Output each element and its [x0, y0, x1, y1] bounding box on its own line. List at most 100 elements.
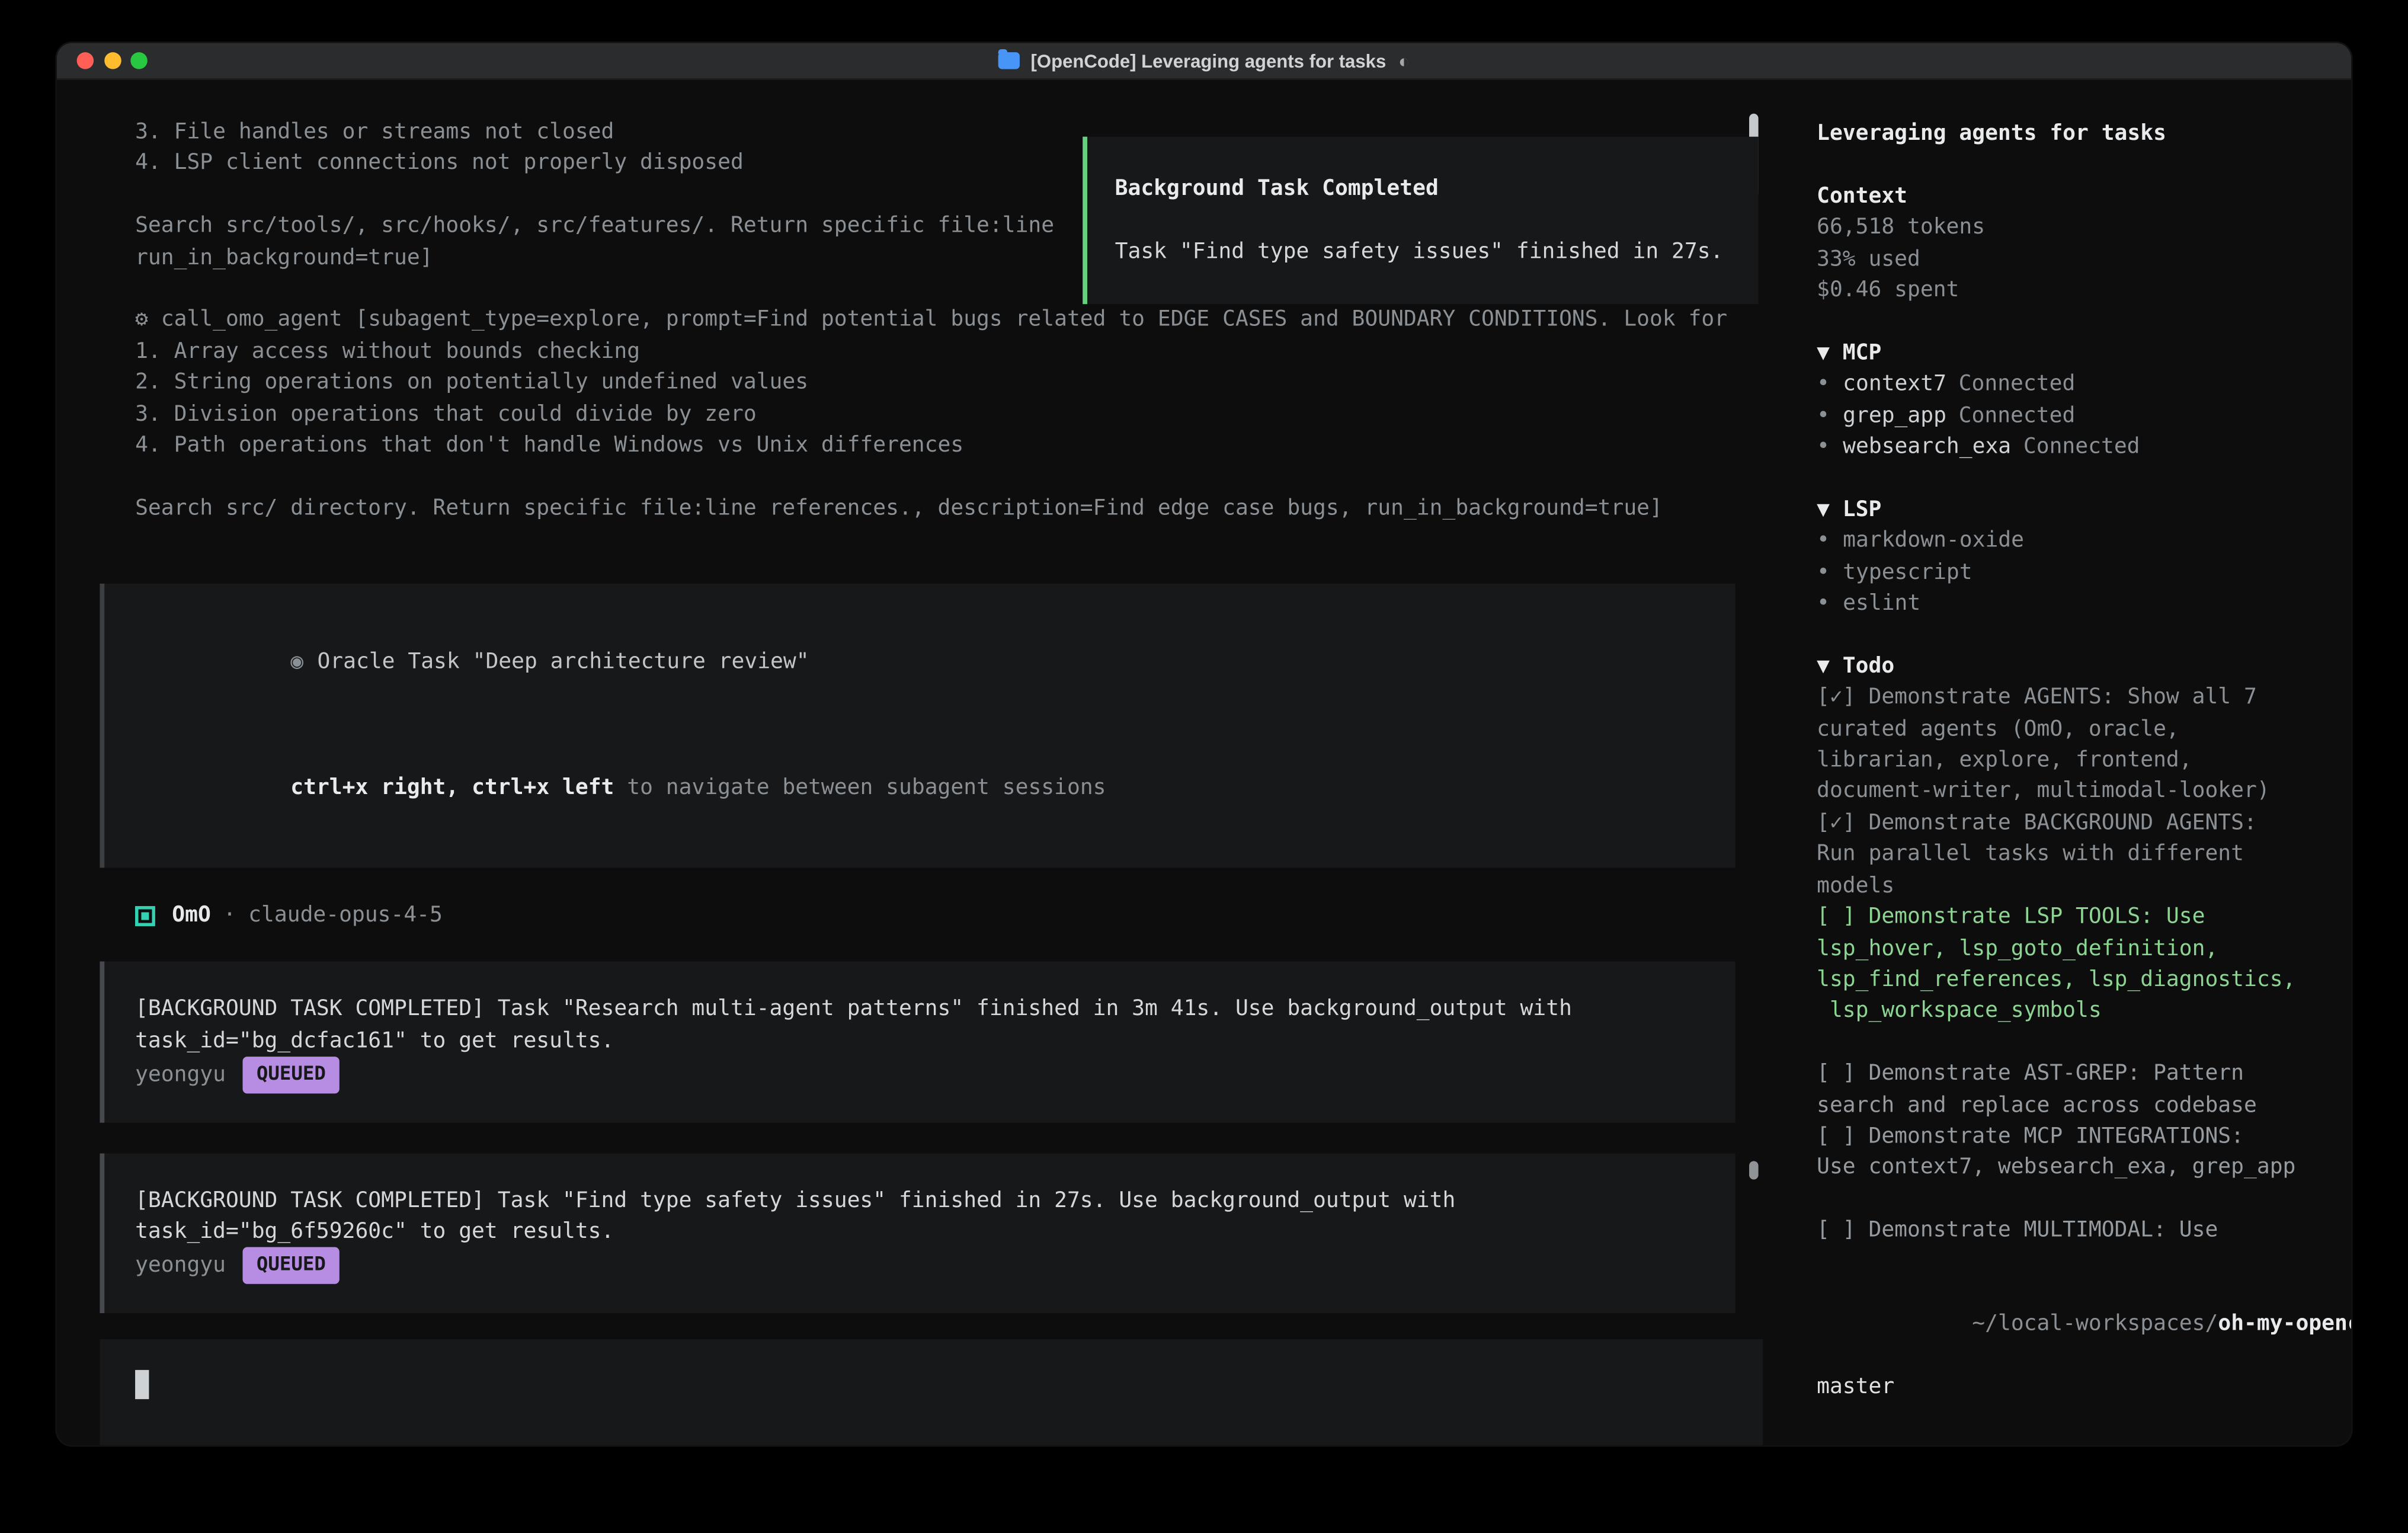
oracle-title-text: Oracle Task "Deep architecture review" — [317, 651, 809, 675]
bullet-icon: • — [1817, 557, 1843, 588]
todo-list: [✓] Demonstrate AGENTS: Show all 7 curat… — [1817, 682, 2351, 1246]
lsp-name: typescript — [1843, 560, 1972, 584]
lsp-list: •markdown-oxide •typescript •eslint — [1817, 526, 2351, 620]
todo-item: [ ] Demonstrate MULTIMODAL: Use — [1817, 1215, 2351, 1246]
todo-item: [ ] Demonstrate AST-GREP: Pattern search… — [1817, 1058, 2351, 1121]
terminal-line: 1. Array access without bounds checking — [135, 336, 1773, 367]
message-block: [BACKGROUND TASK COMPLETED] Task "Find t… — [100, 1153, 1735, 1313]
hint-text: to navigate between subagent sessions — [614, 776, 1106, 800]
prompt-input[interactable]: OmO Opus 4.5 Anthropic — [100, 1339, 1763, 1445]
message-list: [BACKGROUND TASK COMPLETED] Task "Resear… — [57, 962, 1774, 1313]
app-footer: •OpenCode1.0.163 — [1817, 1435, 2351, 1445]
mcp-status: Connected — [2023, 435, 2140, 459]
agent-header: OmO · claude-opus-4-5 — [135, 900, 1773, 932]
context-section: Context 66,518 tokens 33% used $0.46 spe… — [1817, 181, 2351, 306]
lsp-name: eslint — [1843, 591, 1920, 616]
lsp-section-heading[interactable]: ▼ LSP — [1817, 494, 2351, 526]
message-text-line: [BACKGROUND TASK COMPLETED] Task "Resear… — [135, 994, 1735, 1026]
oracle-title-line: ◉ Oracle Task "Deep architecture review" — [135, 616, 1735, 711]
chat-pane: 3. File handles or streams not closed 4.… — [57, 80, 1774, 1445]
lsp-item: •markdown-oxide — [1817, 526, 2351, 557]
agent-model: claude-opus-4-5 — [248, 903, 443, 927]
todo-section: ▼ Todo [✓] Demonstrate AGENTS: Show all … — [1817, 651, 2351, 1247]
toast-body: Task "Find type safety issues" finished … — [1115, 236, 1759, 268]
message-text-line: [BACKGROUND TASK COMPLETED] Task "Find t… — [135, 1185, 1735, 1217]
oracle-navigation-hint: ctrl+x right, ctrl+x left to navigate be… — [135, 741, 1735, 836]
workspace-path-line: ~/local-workspaces/oh-my-opencode: — [1817, 1278, 2351, 1372]
mcp-item: •websearch_exa Connected — [1817, 431, 2351, 463]
terminal-line: 4. Path operations that don't handle Win… — [135, 430, 1773, 461]
window-title: [OpenCode] Leveraging agents for tasks ◐ — [998, 50, 1410, 71]
terminal-line: 3. Division operations that could divide… — [135, 399, 1773, 430]
terminal-line: Search src/ directory. Return specific f… — [135, 492, 1773, 524]
agent-separator: · — [223, 903, 236, 927]
todo-item: [✓] Demonstrate AGENTS: Show all 7 curat… — [1817, 682, 2351, 808]
screen: [OpenCode] Leveraging agents for tasks ◐… — [0, 0, 2408, 1533]
workspace-path: ~/local-workspaces/ — [1972, 1312, 2218, 1336]
terminal-window: [OpenCode] Leveraging agents for tasks ◐… — [57, 43, 2351, 1445]
mcp-section-heading[interactable]: ▼ MCP — [1817, 338, 2351, 369]
background-task-toast[interactable]: Background Task Completed Task "Find typ… — [1083, 137, 1758, 305]
folder-icon — [998, 52, 1020, 69]
terminal-line: ⚙ call_omo_agent [subagent_type=explore,… — [135, 305, 1773, 336]
mcp-item: •context7 Connected — [1817, 369, 2351, 401]
active-agent-label: OmO — [135, 1444, 174, 1445]
todo-item: [ ] Demonstrate MCP INTEGRATIONS: Use co… — [1817, 1121, 2351, 1184]
todo-item: [ ] Demonstrate LSP TOOLS: Use lsp_hover… — [1817, 902, 2351, 1028]
mcp-name: grep_app — [1843, 404, 1946, 428]
workspace-branch: master — [1817, 1372, 2351, 1403]
lsp-item: •typescript — [1817, 557, 2351, 588]
terminal-line: 2. String operations on potentially unde… — [135, 367, 1773, 399]
mcp-section: ▼ MCP •context7Connected •grep_appConnec… — [1817, 338, 2351, 463]
message-meta: yeongyu QUEUED — [135, 1247, 1735, 1284]
oracle-task-panel: ◉Oracle Task "Deep architecture review" … — [100, 584, 1735, 868]
zoom-button[interactable] — [130, 52, 148, 69]
close-button[interactable] — [77, 52, 94, 69]
traffic-lights — [77, 43, 148, 79]
context-heading: Context — [1817, 181, 2351, 212]
agent-name: OmO — [172, 903, 211, 927]
message-block: [BACKGROUND TASK COMPLETED] Task "Resear… — [100, 962, 1735, 1122]
agent-icon — [135, 905, 155, 926]
titlebar[interactable]: [OpenCode] Leveraging agents for tasks ◐ — [57, 43, 2351, 80]
model-label: Opus 4.5 — [213, 1444, 317, 1445]
mcp-item: •grep_app Connected — [1817, 400, 2351, 431]
bullet-icon: • — [1817, 526, 1843, 557]
toast-title: Background Task Completed — [1115, 174, 1759, 205]
bullet-icon: • — [1817, 588, 1843, 620]
input-line[interactable] — [135, 1369, 1763, 1401]
text-cursor — [135, 1369, 149, 1398]
mcp-name: context7 — [1843, 372, 1946, 396]
input-meta: OmO Opus 4.5 Anthropic — [135, 1441, 1763, 1445]
bullet-icon: • — [1817, 431, 1843, 463]
terminal-line — [135, 461, 1773, 492]
provider-label: Anthropic — [344, 1444, 460, 1445]
lsp-item: •eslint — [1817, 588, 2351, 620]
sidebar: Leveraging agents for tasks Context 66,5… — [1774, 80, 2352, 1445]
bullet-icon: • — [1817, 369, 1843, 401]
status-badge: QUEUED — [243, 1247, 340, 1284]
todo-section-heading[interactable]: ▼ Todo — [1817, 651, 2351, 683]
message-text-line: task_id="bg_6f59260c" to get results. — [135, 1217, 1735, 1248]
mcp-status: Connected — [1959, 404, 2076, 428]
context-stats: 66,518 tokens 33% used $0.46 spent — [1817, 212, 2351, 306]
message-text-line: task_id="bg_dcfac161" to get results. — [135, 1026, 1735, 1057]
message-author: yeongyu — [135, 1250, 226, 1281]
session-title: Leveraging agents for tasks — [1817, 119, 2351, 150]
mcp-list: •context7Connected •grep_appConnected •w… — [1817, 369, 2351, 463]
window-title-text: [OpenCode] Leveraging agents for tasks — [1031, 50, 1386, 71]
workspace-section: ~/local-workspaces/oh-my-opencode: maste… — [1817, 1278, 2351, 1403]
lsp-section: ▼ LSP •markdown-oxide •typescript •eslin… — [1817, 494, 2351, 620]
message-meta: yeongyu QUEUED — [135, 1057, 1735, 1093]
status-badge: QUEUED — [243, 1057, 340, 1093]
minimize-button[interactable] — [104, 52, 121, 69]
mcp-name: websearch_exa — [1843, 435, 2011, 459]
bullet-icon: • — [1817, 400, 1843, 431]
oracle-icon: ◉ — [290, 651, 303, 675]
mcp-status: Connected — [1959, 372, 2076, 396]
activity-indicator-icon: ◐ — [1398, 50, 1410, 71]
workspace-repo: oh-my-opencode: — [2218, 1312, 2351, 1336]
scroll-position-marker — [1749, 1161, 1759, 1179]
window-content: 3. File handles or streams not closed 4.… — [57, 80, 2351, 1445]
lsp-name: markdown-oxide — [1843, 529, 2024, 553]
